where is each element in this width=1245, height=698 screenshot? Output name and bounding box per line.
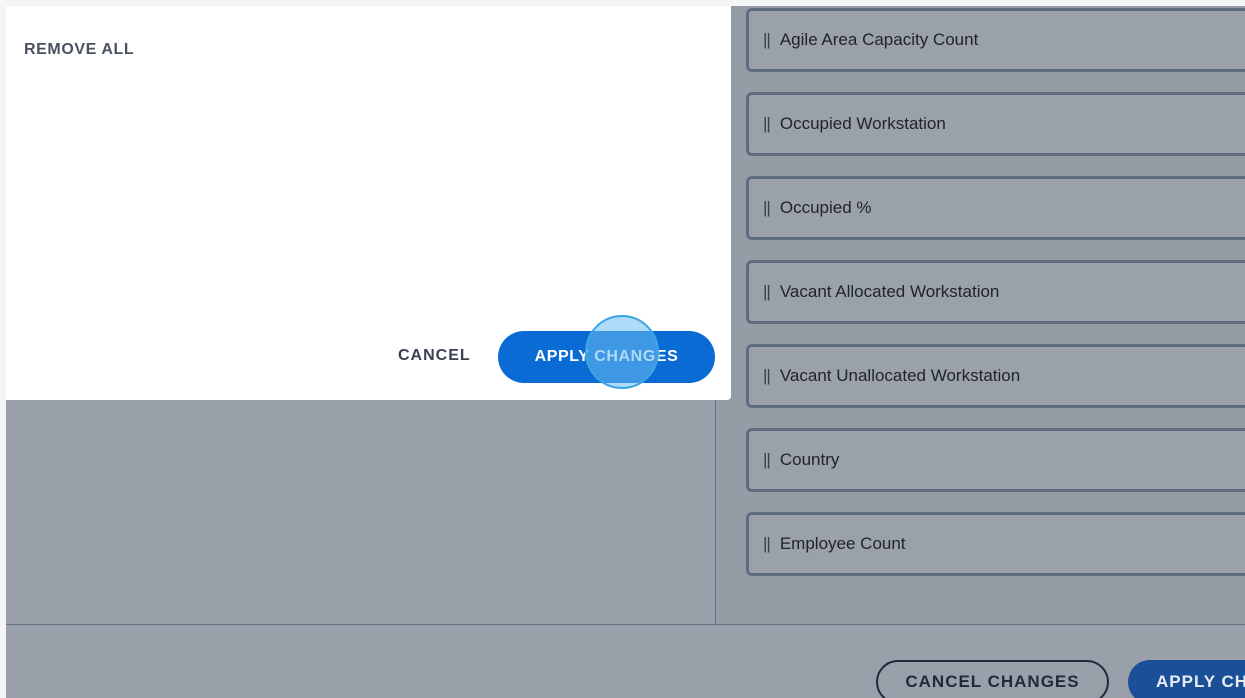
drag-handle-icon[interactable]: || <box>763 282 771 302</box>
field-label: Occupied % <box>779 198 872 217</box>
field-item[interactable]: || Employee Count <box>746 512 1245 576</box>
field-label: Vacant Allocated Workstation <box>779 282 1000 301</box>
click-indicator <box>585 315 659 389</box>
field-item[interactable]: || Vacant Unallocated Workstation <box>746 344 1245 408</box>
selected-fields-list: || Agile Area Capacity Count || Occupied… <box>715 6 1245 624</box>
field-label: Country <box>779 450 840 469</box>
remove-all-button[interactable]: REMOVE ALL <box>24 41 134 59</box>
popover-cancel-button[interactable]: CANCEL <box>398 347 471 365</box>
field-label: Vacant Unallocated Workstation <box>779 366 1021 385</box>
drag-handle-icon[interactable]: || <box>763 30 771 50</box>
field-item[interactable]: || Occupied % <box>746 176 1245 240</box>
field-label: Employee Count <box>779 534 906 553</box>
field-item[interactable]: || Country <box>746 428 1245 492</box>
apply-changes-footer-button[interactable]: APPLY CHANGES <box>1128 660 1245 698</box>
drag-handle-icon[interactable]: || <box>763 534 771 554</box>
drag-handle-icon[interactable]: || <box>763 114 771 134</box>
field-item[interactable]: || Occupied Workstation <box>746 92 1245 156</box>
drag-handle-icon[interactable]: || <box>763 198 771 218</box>
field-item[interactable]: || Vacant Allocated Workstation <box>746 260 1245 324</box>
cancel-changes-button[interactable]: CANCEL CHANGES <box>876 660 1109 698</box>
filter-popover: REMOVE ALL CANCEL APPLY CHANGES <box>6 6 731 400</box>
drag-handle-icon[interactable]: || <box>763 450 771 470</box>
drag-handle-icon[interactable]: || <box>763 366 771 386</box>
field-item[interactable]: || Agile Area Capacity Count <box>746 8 1245 72</box>
field-label: Agile Area Capacity Count <box>779 30 979 49</box>
app-window: || Agile Area Capacity Count || Occupied… <box>6 6 1245 698</box>
field-label: Occupied Workstation <box>779 114 946 133</box>
footer-bar: CANCEL CHANGES APPLY CHANGES <box>6 625 1245 698</box>
